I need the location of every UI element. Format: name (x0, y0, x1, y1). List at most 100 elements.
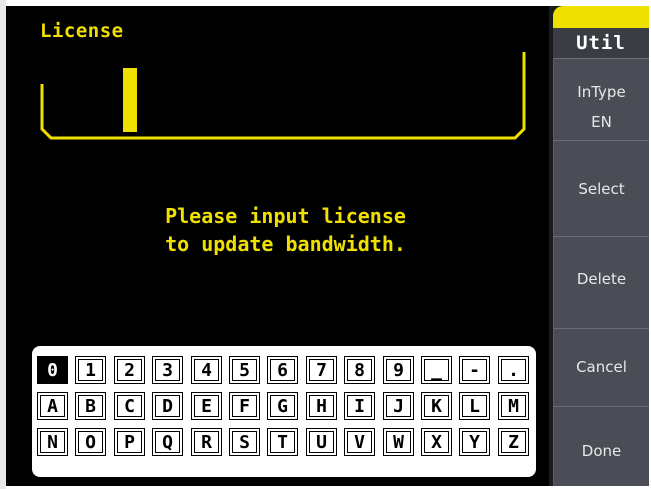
key-label: X (431, 432, 442, 453)
keyboard-key[interactable]: L (458, 391, 491, 421)
keyboard-key[interactable]: E (190, 391, 223, 421)
key-label: 5 (239, 360, 250, 381)
keyboard-key[interactable]: . (497, 355, 530, 385)
delete-label: Delete (576, 270, 627, 288)
select-label: Select (578, 180, 625, 198)
license-title: License (40, 20, 124, 42)
softkey-sidebar: Util InType EN Select Delete Cancel Done (549, 6, 649, 486)
keyboard-key[interactable]: - (458, 355, 491, 385)
keyboard-key[interactable]: K (420, 391, 453, 421)
keyboard-key[interactable]: B (74, 391, 107, 421)
message-line-1: Please input license (165, 204, 406, 228)
key-label: C (124, 396, 135, 417)
key-label: T (277, 432, 288, 453)
key-label: - (469, 360, 480, 381)
keyboard-key[interactable]: R (190, 427, 223, 457)
keyboard-key[interactable]: 5 (228, 355, 261, 385)
intype-button[interactable]: InType EN (553, 58, 649, 140)
keyboard-key[interactable]: 8 (343, 355, 376, 385)
key-label: Y (469, 432, 480, 453)
key-label: 6 (277, 360, 288, 381)
license-panel: License Please input license to update b… (6, 6, 549, 486)
keyboard-key[interactable]: M (497, 391, 530, 421)
instrument-screen: License Please input license to update b… (6, 6, 649, 486)
license-message: Please input license to update bandwidth… (6, 202, 549, 258)
intype-label: InType (577, 83, 626, 101)
key-label: 0 (47, 360, 58, 381)
key-label: 9 (393, 360, 404, 381)
key-label: Q (162, 432, 173, 453)
key-label: M (508, 396, 519, 417)
keyboard-key[interactable]: 6 (266, 355, 299, 385)
keyboard-key[interactable]: C (113, 391, 146, 421)
keyboard-key[interactable]: 9 (382, 355, 415, 385)
key-label: H (316, 396, 327, 417)
keyboard-key[interactable]: 3 (151, 355, 184, 385)
key-label: G (277, 396, 288, 417)
keyboard-key[interactable]: S (228, 427, 261, 457)
message-line-2: to update bandwidth. (165, 232, 406, 256)
done-label: Done (581, 442, 622, 460)
keyboard-key[interactable]: 7 (305, 355, 338, 385)
key-label: W (393, 432, 404, 453)
cancel-button[interactable]: Cancel (553, 328, 649, 406)
keyboard-key[interactable]: 2 (113, 355, 146, 385)
key-label: 2 (124, 360, 135, 381)
keyboard-key[interactable]: T (266, 427, 299, 457)
key-label: A (47, 396, 58, 417)
key-label: D (162, 396, 173, 417)
key-label: B (85, 396, 96, 417)
text-cursor (123, 68, 137, 132)
key-label: L (469, 396, 480, 417)
select-button[interactable]: Select (553, 140, 649, 236)
done-button[interactable]: Done (553, 406, 649, 486)
key-label: . (508, 360, 519, 381)
keyboard-key[interactable]: O (74, 427, 107, 457)
keyboard-key[interactable]: V (343, 427, 376, 457)
key-label: _ (431, 360, 442, 381)
key-label: P (124, 432, 135, 453)
key-label: 7 (316, 360, 327, 381)
key-label: K (431, 396, 442, 417)
key-label: 1 (85, 360, 96, 381)
keyboard-key[interactable]: 4 (190, 355, 223, 385)
key-label: E (201, 396, 212, 417)
delete-button[interactable]: Delete (553, 236, 649, 328)
key-label: I (354, 396, 365, 417)
keyboard-key[interactable]: D (151, 391, 184, 421)
key-label: O (85, 432, 96, 453)
keyboard-key[interactable]: J (382, 391, 415, 421)
key-label: S (239, 432, 250, 453)
keyboard-key[interactable]: Y (458, 427, 491, 457)
keyboard-key[interactable]: _ (420, 355, 453, 385)
key-label: Z (508, 432, 519, 453)
keyboard-key[interactable]: X (420, 427, 453, 457)
key-label: 4 (201, 360, 212, 381)
keyboard-key[interactable]: G (266, 391, 299, 421)
keyboard-key[interactable]: 0 (36, 355, 69, 385)
keyboard-key[interactable]: P (113, 427, 146, 457)
key-label: J (393, 396, 404, 417)
key-label: R (201, 432, 212, 453)
menu-header-util: Util (553, 28, 649, 58)
cancel-label: Cancel (576, 358, 627, 376)
key-label: F (239, 396, 250, 417)
keyboard-key[interactable]: Q (151, 427, 184, 457)
keyboard-key[interactable]: F (228, 391, 261, 421)
keyboard-key[interactable]: H (305, 391, 338, 421)
key-label: U (316, 432, 327, 453)
keyboard-key[interactable]: Z (497, 427, 530, 457)
keyboard-key[interactable]: W (382, 427, 415, 457)
keyboard-key[interactable]: 1 (74, 355, 107, 385)
intype-value: EN (591, 113, 612, 131)
keyboard-key[interactable]: N (36, 427, 69, 457)
keyboard-key[interactable]: I (343, 391, 376, 421)
virtual-keyboard: 0 1 2 3 4 5 6 7 8 9 _ -. A B C D E F G H I J K L M N O P Q R S T U V W X Y Z (32, 346, 536, 477)
keyboard-key[interactable]: U (305, 427, 338, 457)
license-input-frame[interactable] (40, 50, 526, 140)
key-label: N (47, 432, 58, 453)
key-label: V (354, 432, 365, 453)
key-label: 3 (162, 360, 173, 381)
keyboard-key[interactable]: A (36, 391, 69, 421)
key-label: 8 (354, 360, 365, 381)
